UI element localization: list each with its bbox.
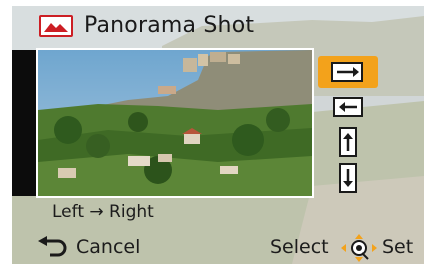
set-label: Set — [382, 236, 414, 258]
select-label: Select — [270, 236, 329, 258]
page-title: Panorama Shot — [84, 13, 255, 38]
unused-area — [12, 50, 38, 196]
direction-bottom-to-top-button[interactable] — [338, 126, 358, 158]
live-preview — [36, 48, 314, 198]
cancel-label: Cancel — [76, 236, 141, 258]
direction-left-to-right-button[interactable] — [318, 56, 378, 88]
arrow-right-icon — [331, 62, 363, 82]
direction-right-to-left-button[interactable] — [332, 96, 364, 118]
panorama-icon — [39, 15, 73, 37]
direction-label: Left → Right — [52, 202, 154, 222]
joystick-icon — [341, 234, 377, 262]
arrow-up-icon — [339, 127, 357, 157]
arrow-left-icon — [333, 97, 363, 117]
arrow-down-icon — [339, 163, 357, 193]
camera-screen: Panorama Shot Left → Right Cancel Select… — [12, 6, 424, 264]
direction-top-to-bottom-button[interactable] — [338, 162, 358, 194]
return-arrow-icon — [38, 236, 67, 257]
